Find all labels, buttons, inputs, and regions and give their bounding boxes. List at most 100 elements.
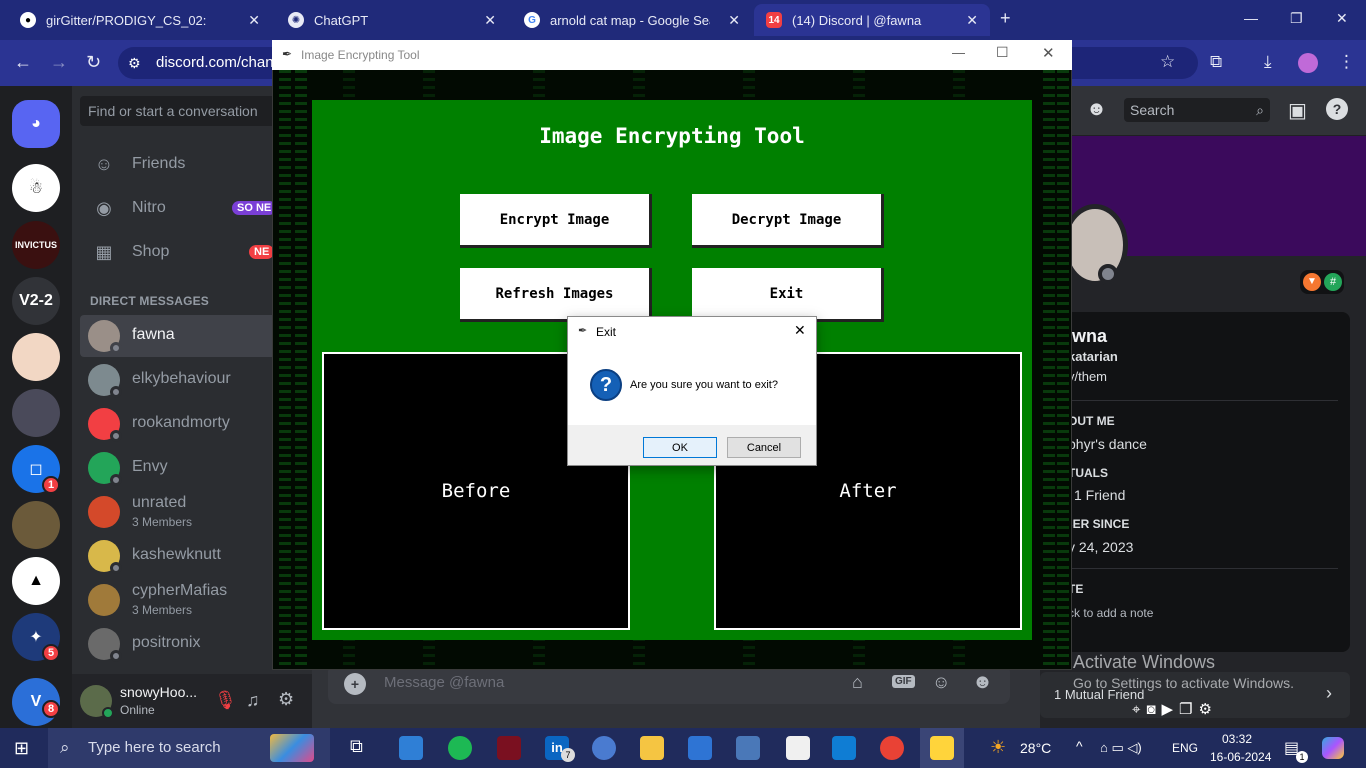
inbox-icon[interactable]: ▣ bbox=[1288, 98, 1307, 123]
dm-item[interactable]: unrated 3 Members bbox=[80, 491, 304, 533]
language-indicator[interactable]: ENG bbox=[1172, 741, 1198, 755]
tab-close-icon[interactable]: ✕ bbox=[248, 12, 260, 29]
exit-button[interactable]: Exit bbox=[692, 268, 884, 322]
menu-icon[interactable]: ⋮ bbox=[1338, 52, 1355, 72]
app-icon[interactable] bbox=[688, 736, 712, 760]
mutuals-link[interactable]: 1 Friend bbox=[1074, 487, 1125, 503]
close-icon[interactable]: ✕ bbox=[1042, 44, 1055, 62]
chrome-icon[interactable] bbox=[880, 736, 904, 760]
note-input[interactable]: ck to add a note bbox=[1068, 606, 1153, 620]
emoji-icon[interactable]: ☻ bbox=[972, 671, 993, 694]
dm-header: DIRECT MESSAGES bbox=[90, 294, 210, 308]
status-indicator bbox=[102, 707, 114, 719]
dm-item[interactable]: kashewknutt bbox=[80, 535, 304, 577]
extensions-icon[interactable]: ⧉ bbox=[1210, 52, 1222, 72]
chat-header: ☻ Search ⌕ ▣ ? bbox=[1072, 86, 1366, 136]
server-icon[interactable] bbox=[12, 333, 60, 381]
activate-windows-watermark: Activate Windows Go to Settings to activ… bbox=[1073, 652, 1294, 691]
maximize-icon[interactable]: ☐ bbox=[996, 44, 1009, 61]
tab-close-icon[interactable]: ✕ bbox=[728, 12, 740, 29]
python-icon[interactable] bbox=[736, 736, 760, 760]
dm-item[interactable]: rookandmorty bbox=[80, 403, 304, 445]
task-view-icon[interactable]: ⧉ bbox=[350, 736, 374, 760]
help-icon[interactable]: ? bbox=[1326, 98, 1348, 120]
tab-chatgpt[interactable]: ✺ ChatGPT ✕ bbox=[276, 4, 508, 36]
tab-close-icon[interactable]: ✕ bbox=[484, 12, 496, 29]
spotify-icon[interactable] bbox=[448, 736, 472, 760]
dm-search-input[interactable]: Find or start a conversation bbox=[80, 96, 300, 126]
weather-temp[interactable]: 28°C bbox=[1020, 740, 1051, 756]
nav-friends[interactable]: ☺ Friends bbox=[80, 143, 304, 185]
header-search-input[interactable]: Search ⌕ bbox=[1124, 98, 1270, 122]
stream-controls[interactable]: ⌖◙▶❐⚙ bbox=[1132, 700, 1218, 718]
tab-google[interactable]: G arnold cat map - Google Search ✕ bbox=[512, 4, 752, 36]
exit-dialog: ✒ Exit ✕ ? Are you sure you want to exit… bbox=[567, 316, 817, 466]
app-icon[interactable] bbox=[592, 736, 616, 760]
discord-home-icon[interactable]: ◕ bbox=[12, 100, 60, 148]
server-icon[interactable] bbox=[12, 389, 60, 437]
refresh-images-button[interactable]: Refresh Images bbox=[460, 268, 652, 322]
clock-date[interactable]: 16-06-2024 bbox=[1210, 750, 1271, 764]
clock-time[interactable]: 03:32 bbox=[1222, 732, 1252, 746]
tray-chevron-icon[interactable]: ^ bbox=[1076, 738, 1083, 754]
tab-discord[interactable]: 14 (14) Discord | @fawna ✕ bbox=[754, 4, 990, 36]
search-icon: ⌕ bbox=[60, 738, 70, 757]
back-icon[interactable]: ← bbox=[14, 52, 32, 73]
gift-icon[interactable]: ⌂ bbox=[852, 672, 863, 693]
server-icon-v22[interactable]: V2-2 bbox=[12, 277, 60, 325]
bookmark-star-icon[interactable]: ☆ bbox=[1160, 52, 1175, 72]
windows-start-icon[interactable]: ⊞ bbox=[14, 738, 29, 759]
divider bbox=[1068, 400, 1338, 401]
ok-button[interactable]: OK bbox=[643, 437, 717, 458]
copilot-icon[interactable] bbox=[1322, 737, 1344, 759]
minimize-icon[interactable]: — bbox=[952, 45, 965, 60]
notification-badge: 5 bbox=[42, 644, 60, 662]
server-icon-invictus[interactable]: INVICTUS bbox=[12, 221, 60, 269]
mute-mic-icon[interactable]: 🎙 bbox=[214, 690, 237, 711]
tab-github[interactable]: ● girGitter/PRODIGY_CS_02: Pixel ✕ bbox=[8, 4, 272, 36]
close-icon[interactable]: ✕ bbox=[794, 322, 806, 339]
server-icon[interactable] bbox=[12, 501, 60, 549]
reload-icon[interactable]: ↻ bbox=[86, 52, 101, 73]
dm-item[interactable]: fawna bbox=[80, 315, 304, 357]
dialog-message: Are you sure you want to exit? bbox=[630, 379, 778, 391]
vscode-icon[interactable] bbox=[832, 736, 856, 760]
cancel-button[interactable]: Cancel bbox=[727, 437, 801, 458]
server-icon[interactable]: ☃ bbox=[12, 164, 60, 212]
restore-icon[interactable]: ❐ bbox=[1290, 10, 1303, 27]
network-icon[interactable]: ⌂ ▭ ◁) bbox=[1100, 740, 1142, 756]
message-composer[interactable]: + Message @fawna ⌂ GIF ☺ ☻ bbox=[328, 664, 1010, 704]
forward-icon[interactable]: → bbox=[50, 52, 68, 73]
document-icon[interactable] bbox=[786, 736, 810, 760]
dm-item[interactable]: positronix bbox=[80, 623, 304, 665]
decrypt-image-button[interactable]: Decrypt Image bbox=[692, 194, 884, 248]
sticker-icon[interactable]: ☺ bbox=[932, 672, 950, 693]
add-attachment-icon[interactable]: + bbox=[344, 673, 366, 695]
dm-item[interactable]: elkybehaviour bbox=[80, 359, 304, 401]
hash-badge-icon: # bbox=[1324, 273, 1342, 291]
profile-pronouns: y/them bbox=[1068, 369, 1108, 384]
settings-gear-icon[interactable]: ⚙ bbox=[278, 689, 294, 710]
gif-icon[interactable]: GIF bbox=[892, 675, 915, 688]
close-icon[interactable]: ✕ bbox=[1336, 10, 1348, 27]
site-info-icon[interactable]: ⚙ bbox=[128, 47, 141, 79]
valorant-icon[interactable] bbox=[497, 736, 521, 760]
question-icon: ? bbox=[590, 369, 622, 401]
chatgpt-icon: ✺ bbox=[288, 12, 304, 28]
new-tab-icon[interactable]: + bbox=[1000, 8, 1011, 29]
google-icon: G bbox=[524, 12, 540, 28]
server-icon[interactable]: ▲ bbox=[12, 557, 60, 605]
encrypt-image-button[interactable]: Encrypt Image bbox=[460, 194, 652, 248]
profile-avatar[interactable] bbox=[1298, 53, 1318, 73]
minimize-icon[interactable]: — bbox=[1244, 10, 1258, 26]
tab-close-icon[interactable]: ✕ bbox=[966, 12, 978, 29]
dm-item[interactable]: Envy bbox=[80, 447, 304, 489]
python-tk-icon[interactable] bbox=[930, 736, 954, 760]
file-explorer-icon[interactable] bbox=[640, 736, 664, 760]
download-icon[interactable]: ⤓ bbox=[1264, 52, 1272, 72]
headphones-icon[interactable]: ♫ bbox=[246, 690, 260, 711]
taskbar-search-input[interactable]: ⌕ Type here to search bbox=[48, 728, 330, 768]
store-icon[interactable] bbox=[399, 736, 423, 760]
dm-item[interactable]: cypherMafias 3 Members bbox=[80, 579, 304, 621]
add-friend-icon[interactable]: ☻ bbox=[1086, 98, 1107, 121]
